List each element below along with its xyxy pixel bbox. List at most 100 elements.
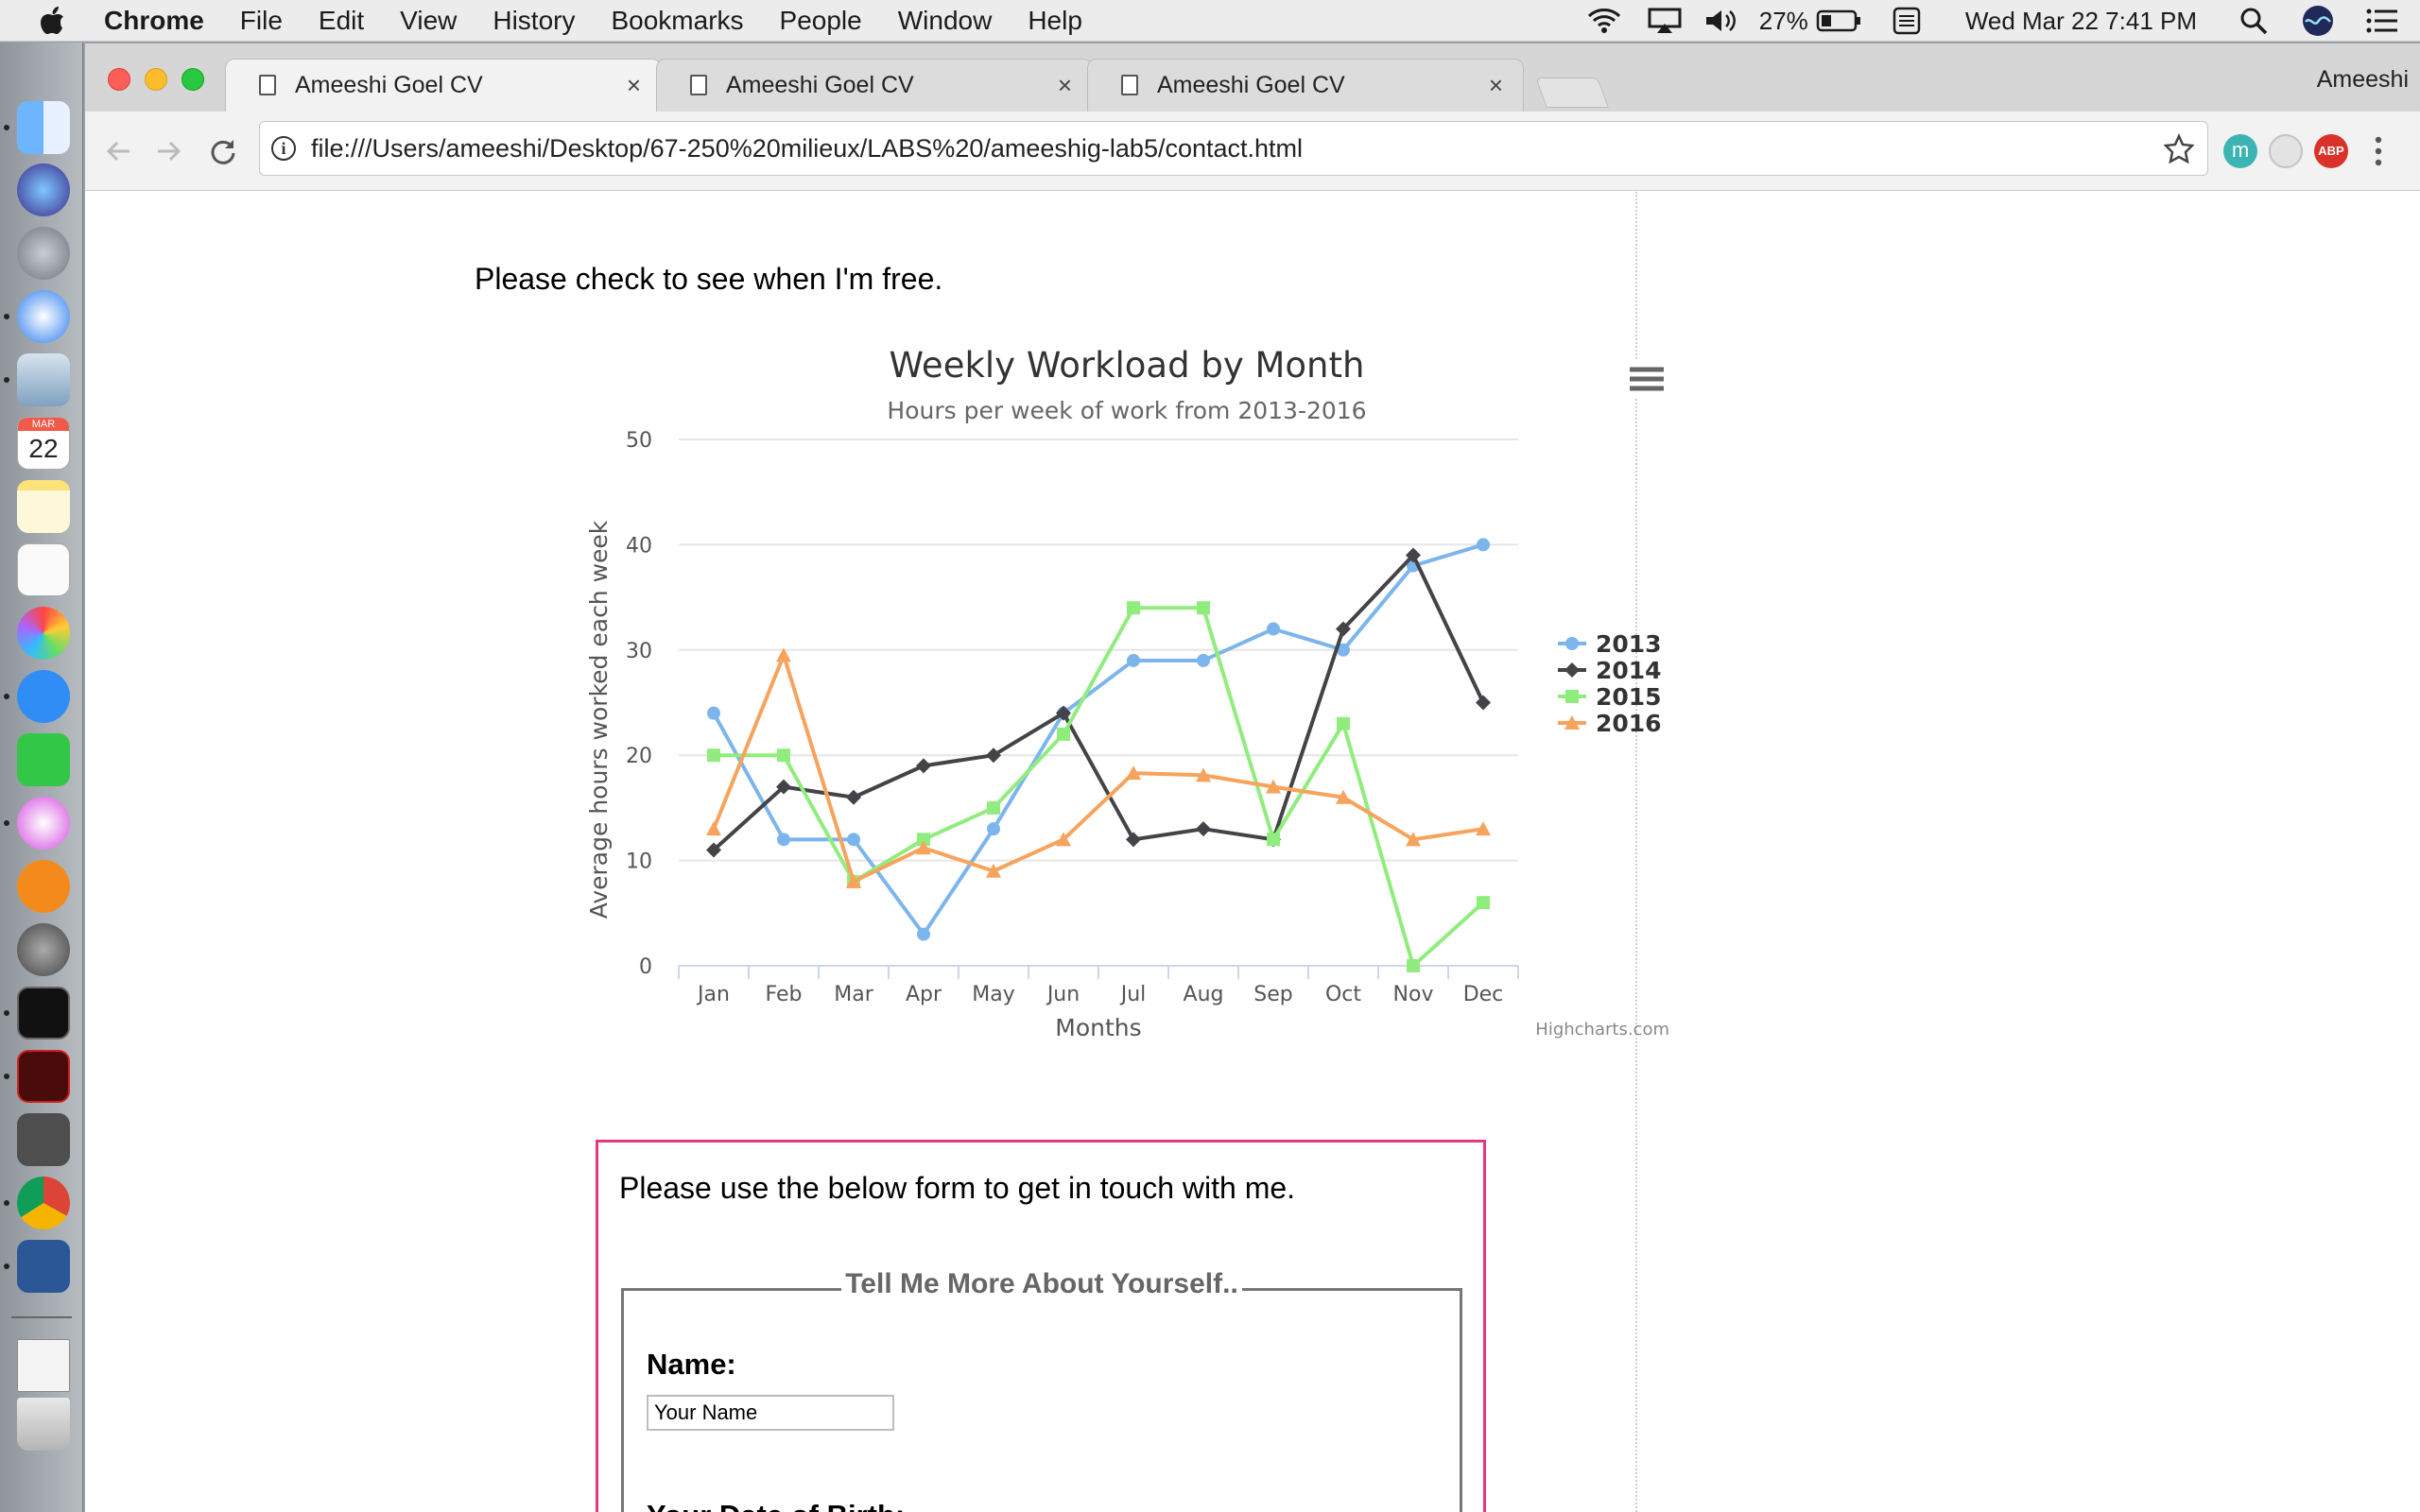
ibooks-icon[interactable] — [17, 860, 70, 913]
word-icon[interactable] — [17, 1240, 70, 1293]
data-point[interactable] — [917, 927, 930, 941]
tab-close-icon[interactable]: × — [1058, 72, 1072, 98]
photos-icon[interactable] — [17, 607, 70, 660]
x-tick-label: Sep — [1253, 983, 1292, 1006]
data-point[interactable] — [1477, 538, 1490, 552]
menu-edit[interactable]: Edit — [319, 6, 364, 36]
legend-marker[interactable] — [1564, 662, 1580, 678]
series-line[interactable] — [712, 653, 1484, 884]
menu-app-name[interactable]: Chrome — [104, 6, 204, 36]
data-point[interactable] — [777, 833, 790, 847]
calendar-icon[interactable]: MAR 22 — [17, 417, 70, 470]
data-point[interactable] — [1127, 653, 1140, 667]
name-input[interactable] — [647, 1395, 894, 1431]
extension-gray-icon[interactable] — [2269, 134, 2303, 168]
tab-active[interactable]: Ameeshi Goel CV × — [225, 59, 662, 112]
extension-m-icon[interactable]: m — [2223, 134, 2257, 168]
tab[interactable]: Ameeshi Goel CV × — [1087, 59, 1524, 112]
menu-people[interactable]: People — [780, 6, 862, 36]
system-preferences-icon[interactable] — [17, 923, 70, 976]
document-thumbnail-icon[interactable] — [17, 1339, 70, 1392]
menu-help[interactable]: Help — [1028, 6, 1082, 36]
reload-button[interactable] — [202, 130, 244, 172]
bookmark-star-icon[interactable] — [2163, 132, 2195, 168]
preview-icon[interactable] — [17, 353, 70, 406]
data-point[interactable] — [987, 822, 1000, 836]
trash-icon[interactable] — [17, 1398, 70, 1451]
terminal-icon[interactable] — [17, 987, 70, 1040]
safari-icon[interactable] — [17, 290, 70, 343]
data-point[interactable] — [1267, 833, 1280, 847]
chrome-menu-icon[interactable] — [2371, 134, 2386, 168]
data-point[interactable] — [1197, 601, 1210, 615]
back-button[interactable] — [98, 130, 140, 172]
data-point[interactable] — [1126, 832, 1141, 848]
legend-item-2016[interactable]: 2016 — [1558, 710, 1662, 737]
menu-history[interactable]: History — [493, 6, 575, 36]
data-point[interactable] — [1267, 622, 1280, 636]
data-point[interactable] — [1477, 896, 1490, 910]
data-point[interactable] — [987, 800, 1000, 815]
wifi-icon[interactable] — [1583, 0, 1625, 42]
data-point[interactable] — [1407, 959, 1420, 972]
data-point[interactable] — [706, 821, 721, 836]
notes-icon[interactable] — [17, 480, 70, 533]
data-point[interactable] — [1196, 821, 1211, 837]
siri-icon[interactable] — [2299, 0, 2337, 42]
data-point[interactable] — [707, 748, 720, 763]
data-point[interactable] — [1057, 727, 1070, 741]
new-tab-button[interactable] — [1535, 77, 1609, 108]
menu-window[interactable]: Window — [898, 6, 993, 36]
close-window-button[interactable] — [108, 68, 130, 91]
siri-app-icon[interactable] — [17, 163, 70, 216]
url-text[interactable]: file:///Users/ameeshi/Desktop/67-250%20m… — [311, 134, 1303, 163]
notification-center-icon[interactable] — [2363, 0, 2401, 42]
airplay-icon[interactable] — [1646, 0, 1684, 42]
messages-icon[interactable] — [17, 670, 70, 723]
sublime-text-icon[interactable] — [17, 1113, 70, 1166]
chart-context-menu-icon[interactable] — [1626, 360, 1668, 398]
menu-bookmarks[interactable]: Bookmarks — [611, 6, 743, 36]
data-point[interactable] — [847, 833, 860, 847]
forward-button[interactable] — [147, 130, 189, 172]
chrome-icon[interactable] — [17, 1177, 70, 1229]
tab-close-icon[interactable]: × — [627, 72, 641, 98]
tab[interactable]: Ameeshi Goel CV × — [656, 59, 1093, 112]
legend-marker[interactable] — [1565, 637, 1579, 650]
legend-item-2013[interactable]: 2013 — [1558, 630, 1662, 658]
menu-view[interactable]: View — [400, 6, 457, 36]
legend-item-2015[interactable]: 2015 — [1558, 683, 1662, 711]
acrobat-icon[interactable] — [17, 1050, 70, 1103]
series-line[interactable] — [714, 606, 1485, 968]
volume-icon[interactable] — [1703, 0, 1740, 42]
finder-icon[interactable] — [17, 101, 70, 154]
chart-credits-link[interactable]: Highcharts.com — [1535, 1020, 1669, 1040]
apple-menu-icon[interactable] — [36, 6, 70, 36]
data-point[interactable] — [1476, 695, 1491, 711]
address-bar[interactable]: i file:///Users/ameeshi/Desktop/67-250%2… — [259, 121, 2208, 176]
data-point[interactable] — [846, 789, 861, 805]
data-point[interactable] — [1197, 653, 1210, 667]
site-info-icon[interactable]: i — [271, 136, 296, 161]
data-point[interactable] — [1337, 716, 1350, 730]
keyboard-input-icon[interactable] — [1890, 0, 1924, 42]
profile-name[interactable]: Ameeshi — [2317, 66, 2409, 94]
clock[interactable]: Wed Mar 22 7:41 PM — [1965, 7, 2197, 36]
legend-item-2014[interactable]: 2014 — [1558, 657, 1662, 684]
data-point[interactable] — [777, 748, 790, 763]
minimize-window-button[interactable] — [145, 68, 167, 91]
legend-marker[interactable] — [1565, 690, 1579, 703]
spotlight-search-icon[interactable] — [2235, 0, 2273, 42]
reminders-icon[interactable] — [17, 543, 70, 596]
data-point[interactable] — [707, 706, 720, 720]
adblock-plus-icon[interactable]: ABP — [2314, 134, 2348, 168]
zoom-window-button[interactable] — [182, 68, 204, 91]
tab-close-icon[interactable]: × — [1489, 72, 1503, 98]
itunes-icon[interactable] — [17, 797, 70, 850]
launchpad-icon[interactable] — [17, 227, 70, 280]
facetime-icon[interactable] — [17, 733, 70, 786]
menu-file[interactable]: File — [240, 6, 283, 36]
battery-icon[interactable] — [1814, 0, 1863, 42]
data-point[interactable] — [916, 758, 931, 774]
data-point[interactable] — [1127, 601, 1140, 615]
